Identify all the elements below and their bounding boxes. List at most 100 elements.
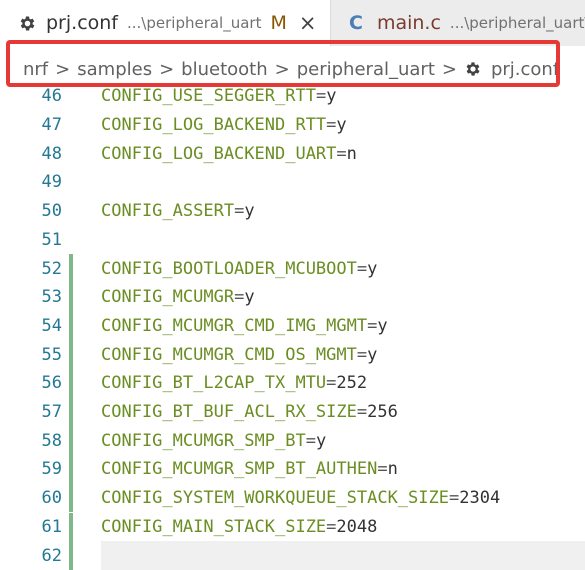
config-value: 2304 [459,488,501,509]
code-text: CONFIG_LOG_BACKEND_UART=n [101,144,357,164]
code-editor[interactable]: 46 CONFIG_USE_SEGGER_RTT=y 47 CONFIG_LOG_BA… [0,82,585,570]
config-value: n [346,143,357,164]
line-number: 55 [41,344,62,365]
code-line[interactable]: 47 CONFIG_LOG_BACKEND_RTT=y [0,111,585,140]
config-value: y [367,258,378,279]
code-line[interactable]: 50 CONFIG_ASSERT=y [0,197,585,226]
line-number: 51 [41,229,62,250]
git-added-gutter-marker [69,282,73,312]
code-line[interactable]: 56 CONFIG_BT_L2CAP_TX_MTU=252 [0,369,585,398]
code-line[interactable]: 60 CONFIG_SYSTEM_WORKQUEUE_STACK_SIZE=230… [0,483,585,513]
code-text: CONFIG_MCUMGR_SMP_BT_AUTHEN=n [101,459,398,479]
line-number: 59 [41,459,62,480]
line-number: 46 [41,86,62,107]
c-file-icon: C [349,12,363,34]
equals-sign: = [326,516,337,537]
tab-path: ...\peripheral_uart [127,14,262,32]
equals-sign: = [336,143,347,164]
chevron-right-icon: > [441,58,457,80]
code-text: CONFIG_MCUMGR=y [101,287,255,307]
code-line[interactable]: 54 CONFIG_MCUMGR_CMD_IMG_MGMT=y [0,311,585,341]
code-line[interactable]: 46 CONFIG_USE_SEGGER_RTT=y [0,82,585,111]
equals-sign: = [234,287,245,308]
chevron-right-icon: > [274,58,290,80]
equals-sign: = [356,344,368,365]
chevron-right-icon: > [159,58,175,80]
code-text: CONFIG_MAIN_STACK_SIZE=2048 [101,517,377,537]
equals-sign: = [326,373,337,394]
code-text: CONFIG_LOG_BACKEND_RTT=y [101,115,347,135]
git-added-gutter-marker [69,254,73,283]
modified-badge: M [270,12,287,34]
git-added-gutter-marker [69,397,73,427]
line-number: 62 [41,545,62,566]
chevron-right-icon: > [55,58,71,80]
config-key: CONFIG_MCUMGR_CMD_IMG_MGMT [101,315,368,336]
code-line[interactable]: 62 [0,541,585,570]
code-text: CONFIG_SYSTEM_WORKQUEUE_STACK_SIZE=2304 [101,488,500,508]
line-number: 47 [41,115,62,136]
line-number: 58 [41,430,62,451]
line-number: 57 [41,402,62,423]
current-line-highlight [101,541,585,570]
line-number: 53 [41,287,62,308]
config-key: CONFIG_ASSERT [101,201,235,222]
equals-sign: = [326,115,337,136]
code-line[interactable]: 53 CONFIG_MCUMGR=y [0,282,585,312]
breadcrumb-item-peripheral-uart[interactable]: peripheral_uart [297,59,435,80]
config-key: CONFIG_USE_SEGGER_RTT [101,86,316,107]
git-added-gutter-marker [69,426,73,456]
git-added-gutter-marker [69,369,73,398]
equals-sign: = [315,86,327,107]
config-value: y [367,344,378,365]
close-icon[interactable]: × [299,11,317,35]
tab-title: main.c [376,12,441,34]
config-key: CONFIG_BT_BUF_ACL_RX_SIZE [101,402,357,423]
code-text: CONFIG_ASSERT=y [101,201,255,221]
line-number: 54 [41,315,62,336]
code-line[interactable]: 49 [0,168,585,197]
equals-sign: = [234,201,245,222]
config-value: y [315,430,327,451]
tab-path: ...\peripheral_uart\ [449,14,585,32]
breadcrumb-item-prj-conf[interactable]: prj.conf [491,59,559,80]
config-key: CONFIG_MCUMGR_SMP_BT [101,430,306,451]
git-added-gutter-marker [69,541,73,570]
code-text: CONFIG_USE_SEGGER_RTT=y [101,86,336,106]
breadcrumb-item-bluetooth[interactable]: bluetooth [181,59,267,80]
line-number: 61 [41,516,62,537]
config-value: y [244,201,255,222]
code-text: CONFIG_MCUMGR_CMD_IMG_MGMT=y [101,316,388,336]
code-text: CONFIG_BT_L2CAP_TX_MTU=252 [101,373,367,393]
code-line[interactable]: 55 CONFIG_MCUMGR_CMD_OS_MGMT=y [0,340,585,369]
tab-title: prj.conf [46,12,118,34]
code-line[interactable]: 51 [0,226,585,255]
code-text: CONFIG_MCUMGR_CMD_OS_MGMT=y [101,345,377,365]
code-line[interactable]: 58 CONFIG_MCUMGR_SMP_BT=y [0,426,585,456]
code-line[interactable]: 57 CONFIG_BT_BUF_ACL_RX_SIZE=256 [0,397,585,427]
config-value: 2048 [336,516,378,537]
git-added-gutter-marker [69,311,73,341]
line-number: 49 [41,172,62,193]
config-value: y [326,86,337,107]
code-line[interactable]: 48 CONFIG_LOG_BACKEND_UART=n [0,139,585,168]
git-added-gutter-marker [69,340,73,369]
gear-icon [20,16,35,30]
config-key: CONFIG_SYSTEM_WORKQUEUE_STACK_SIZE [101,488,449,509]
config-value: 256 [367,402,398,423]
config-key: CONFIG_BT_L2CAP_TX_MTU [101,373,327,394]
tab-prj-conf[interactable]: prj.conf ...\peripheral_uart M × [0,0,330,46]
code-line[interactable]: 52 CONFIG_BOOTLOADER_MCUBOOT=y [0,254,585,283]
breadcrumb-item-nrf[interactable]: nrf [23,59,48,80]
tab-main-c[interactable]: C main.c ...\peripheral_uart\ [330,0,585,46]
breadcrumb-item-samples[interactable]: samples [77,59,152,80]
line-number: 52 [41,258,62,279]
config-value: n [387,459,398,480]
equals-sign: = [305,430,316,451]
line-number: 48 [41,143,62,164]
code-line[interactable]: 59 CONFIG_MCUMGR_SMP_BT_AUTHEN=n [0,455,585,484]
code-text: CONFIG_BOOTLOADER_MCUBOOT=y [101,259,377,279]
equals-sign: = [356,258,368,279]
config-value: y [336,115,347,136]
code-line[interactable]: 61 CONFIG_MAIN_STACK_SIZE=2048 [0,512,585,542]
